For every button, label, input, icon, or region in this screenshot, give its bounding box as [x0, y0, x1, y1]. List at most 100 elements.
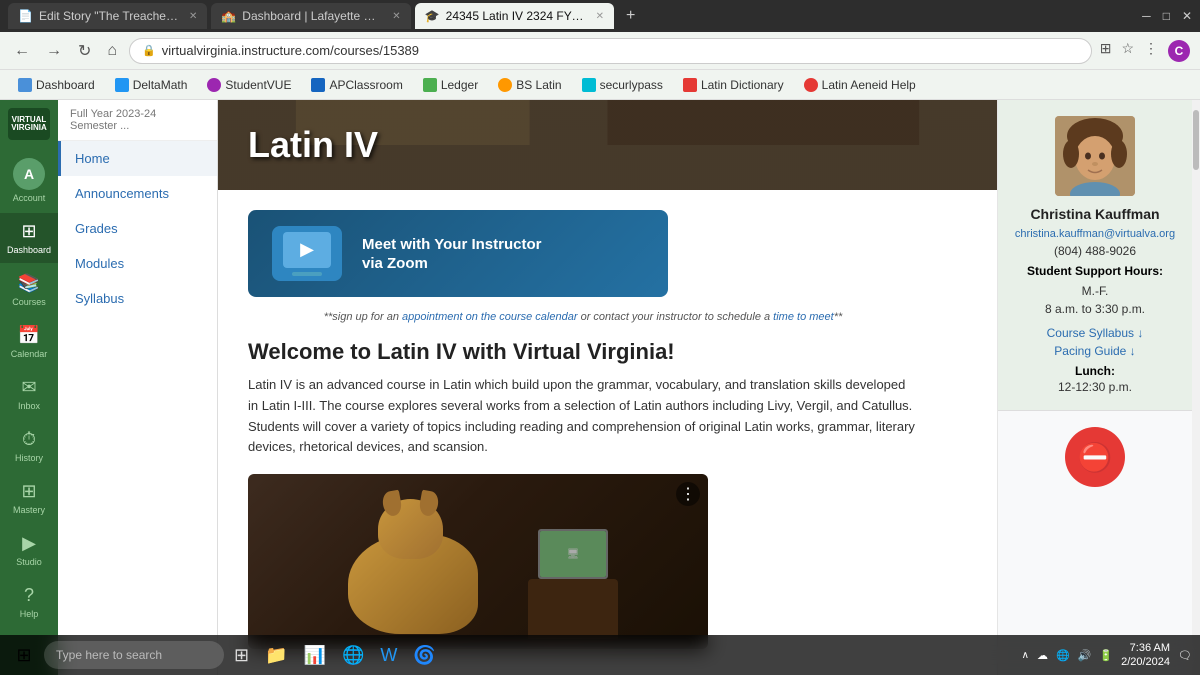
instructor-photo-image [1055, 116, 1135, 196]
instructor-email[interactable]: christina.kauffman@virtualva.org [1014, 228, 1176, 240]
battery-icon: 🔋 [1099, 649, 1113, 662]
nav-dashboard-label: Dashboard [7, 245, 51, 255]
calendar-link[interactable]: appointment on the course calendar [402, 311, 578, 323]
bookmark-bslatin[interactable]: BS Latin [490, 75, 569, 95]
tab-3-close[interactable]: ✕ [596, 11, 604, 22]
bookmark-apclassroom[interactable]: APClassroom [303, 75, 410, 95]
nav-help[interactable]: ? Help [0, 577, 58, 627]
bookmark-ledger[interactable]: Ledger [415, 75, 486, 95]
tab-2-close[interactable]: ✕ [392, 11, 400, 22]
schedule-link[interactable]: time to meet [773, 311, 834, 323]
course-banner-title: Latin IV [248, 124, 378, 166]
word-icon[interactable]: W [374, 643, 403, 668]
tab-2[interactable]: 🏫 Dashboard | Lafayette High ✕ [211, 3, 410, 29]
extensions-icon[interactable]: ⊞ [1100, 40, 1112, 62]
nav-dashboard[interactable]: ⊞ Dashboard [0, 213, 58, 263]
course-nav-syllabus[interactable]: Syllabus [58, 281, 217, 316]
nav-courses-label: Courses [12, 297, 46, 307]
url-bar[interactable]: 🔒 virtualvirginia.instructure.com/course… [129, 38, 1092, 64]
scrollbar-thumb[interactable] [1193, 110, 1199, 170]
studentvue-bk-icon [207, 78, 221, 92]
task-view-icon[interactable]: ⊞ [228, 643, 255, 668]
lunch-time: 12-12:30 p.m. [1014, 380, 1176, 394]
maximize-button[interactable]: □ [1163, 9, 1170, 23]
syllabus-link[interactable]: Course Syllabus ↓ [1014, 326, 1176, 340]
studio-icon: ▶ [22, 533, 36, 554]
menu-icon[interactable]: ⋮ [1144, 40, 1158, 62]
refresh-button[interactable]: ↻ [74, 39, 95, 63]
bookmark-deltamath[interactable]: DeltaMath [107, 75, 196, 95]
pacing-guide-link[interactable]: Pacing Guide ↓ [1014, 344, 1176, 358]
ledger-bk-icon [423, 78, 437, 92]
video-menu-button[interactable]: ⋮ [676, 482, 700, 506]
bookmark-securlypass[interactable]: securlypass [574, 75, 671, 95]
bookmark-apclassroom-label: APClassroom [329, 78, 402, 92]
scrollbar[interactable] [1192, 100, 1200, 675]
bookmark-dashboard[interactable]: Dashboard [10, 75, 103, 95]
help-icon: ? [24, 585, 34, 606]
bookmark-latin-dictionary[interactable]: Latin Dictionary [675, 75, 792, 95]
url-text: virtualvirginia.instructure.com/courses/… [162, 43, 419, 58]
notification-icon[interactable]: 🗨 [1178, 649, 1192, 662]
nav-mastery-label: Mastery [13, 505, 45, 515]
zoom-meeting-banner[interactable]: ▶ Meet with Your Instructor via Zoom [248, 210, 668, 297]
taskbar-search[interactable] [44, 641, 224, 669]
tab-3[interactable]: 🎓 24345 Latin IV 2324 FY Sem 1 C ✕ [415, 3, 614, 29]
nav-calendar[interactable]: 📅 Calendar [0, 317, 58, 367]
tab-1-close[interactable]: ✕ [189, 11, 197, 22]
bookmark-icon[interactable]: ☆ [1121, 40, 1134, 62]
tab-2-label: Dashboard | Lafayette High [242, 9, 382, 23]
close-button[interactable]: ✕ [1182, 9, 1192, 23]
zoom-banner-text: Meet with Your Instructor via Zoom [362, 235, 541, 272]
vv-logo: VIRTUAL VIRGINIA [8, 108, 50, 140]
nav-studio[interactable]: ▶ Studio [0, 525, 58, 575]
course-nav-syllabus-label: Syllabus [75, 291, 124, 306]
system-clock: 7:36 AM 2/20/2024 [1121, 641, 1170, 670]
edge-icon[interactable]: 🌀 [407, 643, 441, 668]
course-sidebar: Full Year 2023-24 Semester ... Home Anno… [58, 100, 218, 675]
course-nav-home-label: Home [75, 151, 110, 166]
course-nav-announcements-label: Announcements [75, 186, 169, 201]
instructor-card: Christina Kauffman christina.kauffman@vi… [998, 100, 1192, 411]
video-background: 🖥 [248, 474, 708, 649]
start-button[interactable]: ⊞ [8, 639, 40, 671]
window-controls: ─ □ ✕ [1142, 9, 1192, 23]
new-tab-button[interactable]: + [618, 7, 643, 25]
nav-account-label: Account [13, 193, 46, 203]
chrome-icon[interactable]: 🌐 [336, 643, 370, 668]
bookmark-latin-aeneid[interactable]: Latin Aeneid Help [796, 75, 924, 95]
cloud-icon: ☁ [1037, 649, 1048, 662]
nav-mastery[interactable]: ⊞ Mastery [0, 473, 58, 523]
bookmarks-bar: Dashboard DeltaMath StudentVUE APClassro… [0, 70, 1200, 100]
inbox-icon: ✉ [21, 377, 36, 398]
tray-up-icon[interactable]: ∧ [1022, 650, 1029, 661]
browser-actions: ⊞ ☆ ⋮ C [1100, 40, 1190, 62]
back-button[interactable]: ← [10, 40, 34, 62]
course-nav-modules[interactable]: Modules [58, 246, 217, 281]
nav-inbox[interactable]: ✉ Inbox [0, 369, 58, 419]
lock-icon: 🔒 [142, 44, 156, 57]
tab-1[interactable]: 📄 Edit Story "The Treachery of the... ✕ [8, 3, 207, 29]
profile-icon[interactable]: C [1168, 40, 1190, 62]
system-tray: ∧ ☁ 🌐 🔊 🔋 7:36 AM 2/20/2024 🗨 [1022, 641, 1192, 670]
bookmark-securlypass-label: securlypass [600, 78, 663, 92]
dashboard-icon: ⊞ [21, 221, 36, 242]
course-content-area: ▶ Meet with Your Instructor via Zoom **s… [218, 190, 948, 669]
sound-icon[interactable]: 🔊 [1078, 649, 1092, 662]
home-button[interactable]: ⌂ [103, 40, 121, 62]
bookmark-studentvue[interactable]: StudentVUE [199, 75, 299, 95]
clock-time: 7:36 AM [1121, 641, 1170, 655]
instructor-photo [1055, 116, 1135, 196]
forward-button[interactable]: → [42, 40, 66, 62]
minimize-button[interactable]: ─ [1142, 9, 1151, 23]
nav-account[interactable]: A Account [0, 150, 58, 211]
file-explorer-icon[interactable]: 📁 [259, 643, 293, 668]
course-nav-announcements[interactable]: Announcements [58, 176, 217, 211]
nav-courses[interactable]: 📚 Courses [0, 265, 58, 315]
instructor-avatar-svg [1055, 116, 1135, 196]
nav-history[interactable]: ⏱ History [0, 421, 58, 471]
course-nav-grades[interactable]: Grades [58, 211, 217, 246]
powerpoint-icon[interactable]: 📊 [298, 643, 332, 668]
course-video[interactable]: 🖥 ⋮ [248, 474, 708, 649]
course-nav-home[interactable]: Home [58, 141, 217, 176]
